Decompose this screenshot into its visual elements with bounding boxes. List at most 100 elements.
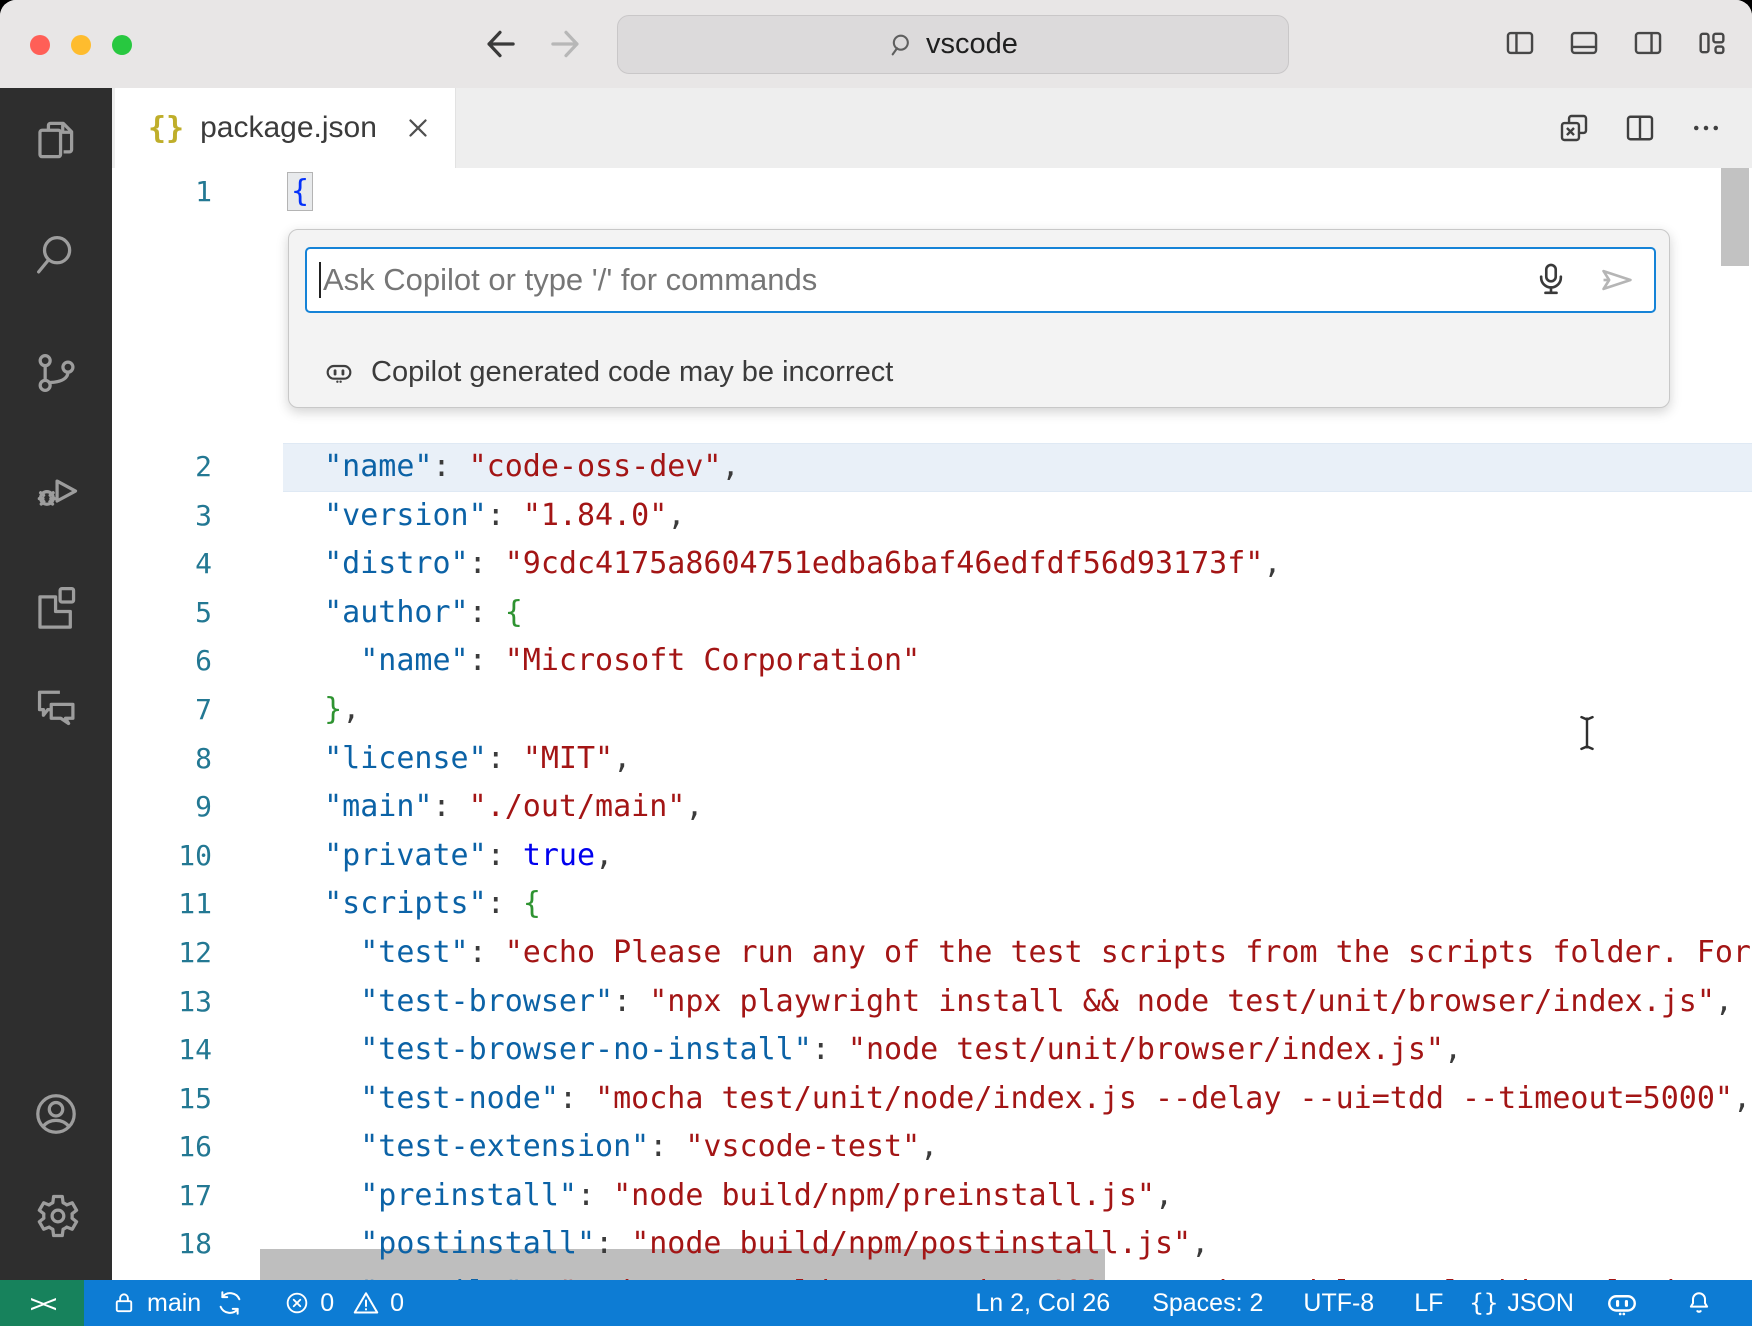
run-and-debug-icon[interactable] — [30, 462, 82, 514]
line-number: 13 — [112, 978, 240, 1027]
search-icon — [888, 31, 916, 59]
code-line-2[interactable]: 2 "name": "code-oss-dev", — [112, 443, 1752, 492]
vscode-window: vscode — [0, 0, 1752, 1326]
line-number: 14 — [112, 1026, 240, 1075]
split-editor-icon[interactable] — [1622, 110, 1658, 146]
code-line-16[interactable]: 16 "test-extension": "vscode-test", — [112, 1123, 1752, 1172]
vertical-scrollbar-thumb[interactable] — [1721, 168, 1749, 266]
error-icon — [283, 1289, 311, 1317]
status-bar: >< main 0 0 — [0, 1280, 1752, 1326]
search-query: vscode — [926, 28, 1018, 61]
code-line-5[interactable]: 5 "author": { — [112, 589, 1752, 638]
code-line-19[interactable]: 19 "compile": "node --max-old-space-size… — [112, 1269, 1752, 1280]
remote-icon: >< — [30, 1289, 54, 1318]
minimize-window-button[interactable] — [71, 35, 91, 55]
copilot-input-placeholder: Ask Copilot or type '/' for commands — [323, 262, 1530, 298]
indentation-item[interactable]: Spaces: 2 — [1152, 1289, 1263, 1318]
line-number: 11 — [112, 880, 240, 929]
line-number: 1 — [112, 168, 240, 217]
code-line-4[interactable]: 4 "distro": "9cdc4175a8604751edba6baf46e… — [112, 540, 1752, 589]
language-mode-item[interactable]: {} JSON — [1469, 1289, 1574, 1318]
settings-gear-icon[interactable] — [30, 1190, 82, 1242]
code-line-12[interactable]: 12 "test": "echo Please run any of the t… — [112, 929, 1752, 978]
code-line-11[interactable]: 11 "scripts": { — [112, 880, 1752, 929]
code-line-7[interactable]: 7 }, — [112, 686, 1752, 735]
line-number: 6 — [112, 637, 240, 686]
json-file-icon: {} — [148, 111, 184, 146]
code-line-9[interactable]: 9 "main": "./out/main", — [112, 783, 1752, 832]
navigate-forward-button[interactable] — [548, 28, 584, 60]
text-caret — [319, 262, 321, 298]
line-number: 10 — [112, 832, 240, 881]
customize-layout-icon[interactable] — [1694, 26, 1730, 60]
code-line-3[interactable]: 3 "version": "1.84.0", — [112, 492, 1752, 541]
line-number: 5 — [112, 589, 240, 638]
code-line-18[interactable]: 18 "postinstall": "node build/npm/postin… — [112, 1220, 1752, 1269]
line-number: 4 — [112, 540, 240, 589]
line-number: 8 — [112, 735, 240, 784]
command-center-search[interactable]: vscode — [617, 15, 1289, 74]
bell-icon — [1684, 1288, 1714, 1318]
line-number: 3 — [112, 492, 240, 541]
branch-status-item[interactable]: main — [110, 1288, 245, 1318]
mouse-ibeam-cursor — [1572, 712, 1602, 754]
more-actions-icon[interactable] — [1688, 110, 1724, 146]
search-sidebar-icon[interactable] — [30, 229, 82, 281]
line-number: 19 — [112, 1269, 240, 1280]
editor[interactable]: 1{ Ask Copilot or type '/' for commands — [112, 168, 1752, 1280]
line-number: 18 — [112, 1220, 240, 1269]
tab-label: package.json — [200, 111, 377, 145]
send-icon[interactable] — [1594, 259, 1638, 301]
line-number: 15 — [112, 1075, 240, 1124]
copilot-inline-chat-zone: Ask Copilot or type '/' for commands — [112, 217, 1752, 443]
notifications-bell-item[interactable] — [1684, 1288, 1714, 1318]
code-line-17[interactable]: 17 "preinstall": "node build/npm/preinst… — [112, 1172, 1752, 1221]
copilot-input[interactable]: Ask Copilot or type '/' for commands — [305, 247, 1656, 313]
code-line-15[interactable]: 15 "test-node": "mocha test/unit/node/in… — [112, 1075, 1752, 1124]
close-tab-icon[interactable] — [403, 113, 433, 143]
close-window-button[interactable] — [30, 35, 50, 55]
eol-item[interactable]: LF — [1414, 1289, 1443, 1318]
code-line-14[interactable]: 14 "test-browser-no-install": "node test… — [112, 1026, 1752, 1075]
line-number: 7 — [112, 686, 240, 735]
toggle-panel-icon[interactable] — [1566, 26, 1602, 60]
json-braces-icon: {} — [1469, 1289, 1498, 1317]
warning-count: 0 — [390, 1289, 404, 1318]
extensions-icon[interactable] — [30, 581, 82, 633]
activity-bar — [0, 88, 112, 1280]
explorer-icon[interactable] — [30, 114, 82, 166]
microphone-icon[interactable] — [1530, 259, 1572, 301]
tab-package-json[interactable]: {} package.json — [115, 88, 456, 168]
line-number: 2 — [112, 443, 240, 492]
accounts-icon[interactable] — [30, 1088, 82, 1140]
copilot-status-item[interactable] — [1604, 1285, 1640, 1321]
editor-tab-bar: {} package.json — [112, 88, 1752, 168]
source-control-icon[interactable] — [30, 347, 82, 399]
code-line-8[interactable]: 8 "license": "MIT", — [112, 735, 1752, 784]
copilot-disclaimer-text: Copilot generated code may be incorrect — [371, 356, 893, 389]
zoom-window-button[interactable] — [112, 35, 132, 55]
code-line-1[interactable]: 1{ — [112, 168, 1752, 217]
copilot-disclaimer: Copilot generated code may be incorrect — [323, 356, 893, 389]
line-number: 17 — [112, 1172, 240, 1221]
sync-icon — [215, 1288, 245, 1318]
titlebar: vscode — [0, 0, 1752, 89]
line-number: 16 — [112, 1123, 240, 1172]
toggle-secondary-sidebar-icon[interactable] — [1630, 26, 1666, 60]
encoding-item[interactable]: UTF-8 — [1303, 1289, 1374, 1318]
code-line-13[interactable]: 13 "test-browser": "npx playwright insta… — [112, 978, 1752, 1027]
code-line-10[interactable]: 10 "private": true, — [112, 832, 1752, 881]
remote-indicator[interactable]: >< — [0, 1280, 84, 1326]
copilot-status-icon — [1604, 1285, 1640, 1321]
cursor-position-item[interactable]: Ln 2, Col 26 — [975, 1289, 1110, 1318]
branch-name: main — [147, 1289, 201, 1318]
chat-icon[interactable] — [30, 681, 82, 733]
code-line-6[interactable]: 6 "name": "Microsoft Corporation" — [112, 637, 1752, 686]
problems-status-item[interactable]: 0 0 — [283, 1288, 404, 1318]
navigate-back-button[interactable] — [482, 28, 518, 60]
toggle-primary-sidebar-icon[interactable] — [1502, 26, 1538, 60]
copilot-icon — [323, 356, 355, 388]
open-changes-icon[interactable] — [1556, 110, 1592, 146]
line-number: 9 — [112, 783, 240, 832]
lock-icon — [110, 1289, 138, 1317]
